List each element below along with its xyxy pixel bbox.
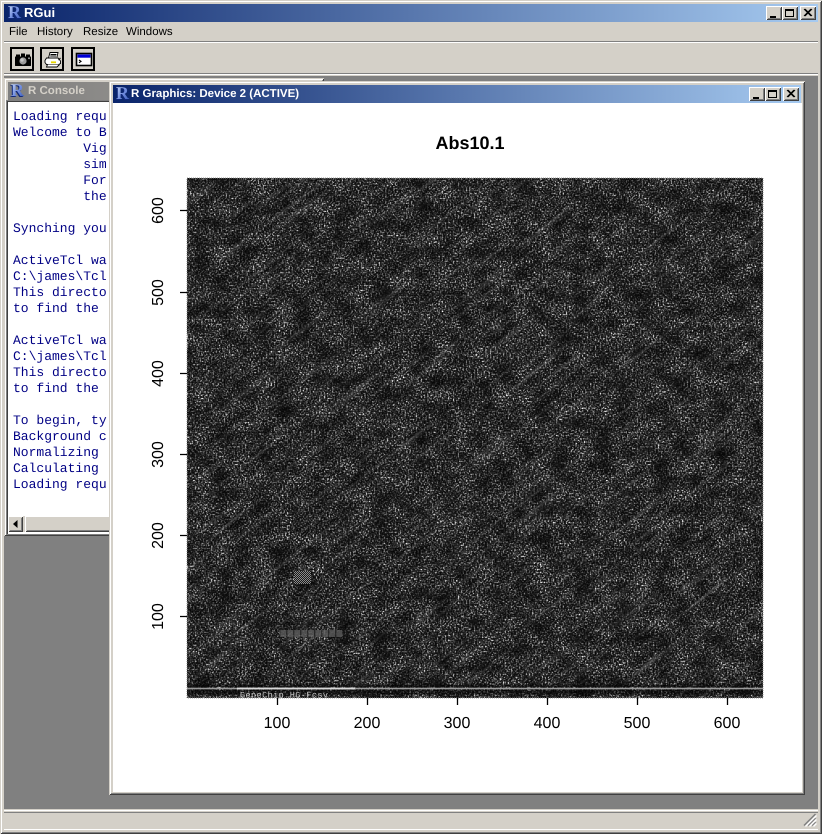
svg-text:400: 400 [534, 715, 561, 732]
svg-text:500: 500 [624, 715, 651, 732]
svg-text:R: R [116, 86, 130, 102]
svg-text:400: 400 [150, 360, 167, 387]
svg-text:Abs10.1: Abs10.1 [435, 133, 504, 153]
svg-text:300: 300 [150, 441, 167, 468]
svg-text:200: 200 [354, 715, 381, 732]
svg-text:600: 600 [714, 715, 741, 732]
svg-text:100: 100 [264, 715, 291, 732]
svg-text:200: 200 [150, 522, 167, 549]
svg-text:100: 100 [150, 603, 167, 630]
svg-text:600: 600 [150, 197, 167, 224]
svg-text:R: R [8, 5, 22, 21]
svg-text:300: 300 [444, 715, 471, 732]
svg-text:GeneChip HG-Fcsv: GeneChip HG-Fcsv [240, 691, 328, 701]
svg-text:500: 500 [150, 279, 167, 306]
svg-text:R: R [11, 83, 25, 99]
